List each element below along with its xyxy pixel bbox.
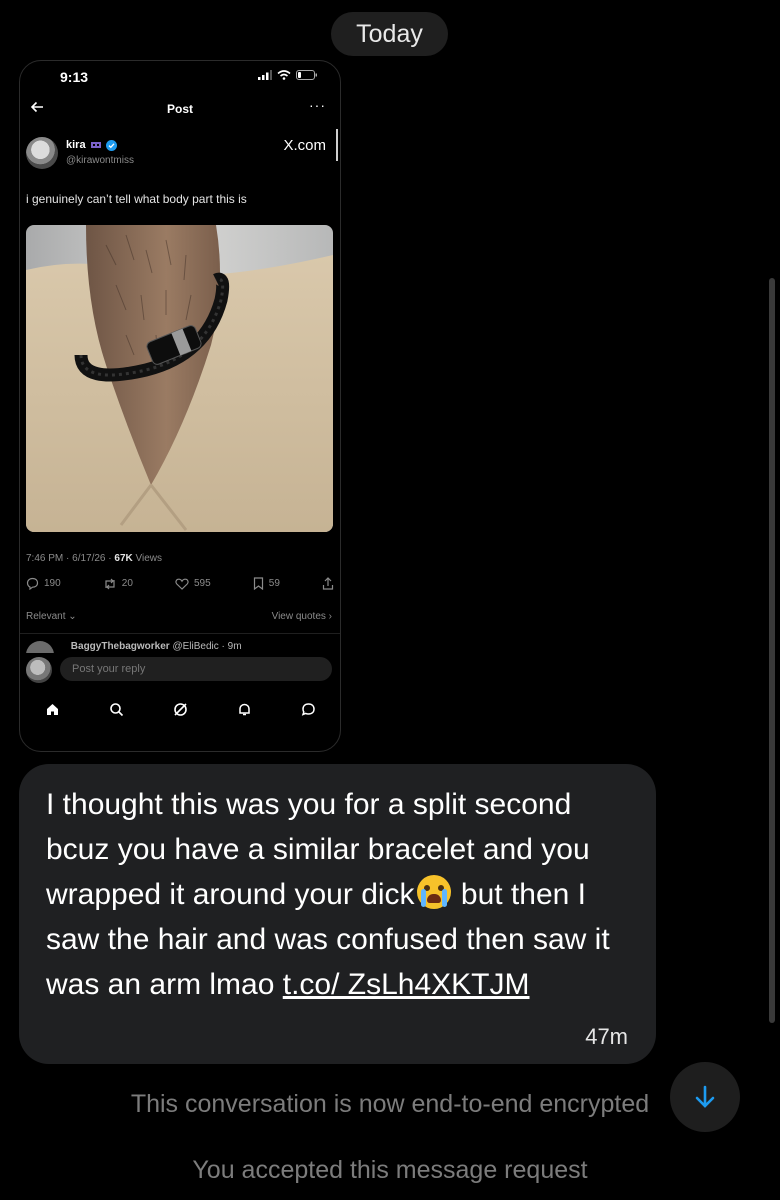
message-text: I thought this was you for a split secon… [46, 782, 636, 1007]
scroll-to-bottom-button[interactable] [670, 1062, 740, 1132]
reply-input[interactable]: Post your reply [60, 657, 332, 681]
message-link[interactable]: t.co/ ZsLh4XKTJM [283, 968, 530, 1001]
author-avatar[interactable] [26, 137, 58, 169]
search-icon[interactable] [109, 702, 124, 717]
post-meta: 7:46 PM · 6/17/26 · 67K Views [26, 553, 162, 564]
post-views-label: Views [135, 553, 163, 564]
author-name-row[interactable]: kira [66, 139, 117, 151]
bookmark-icon [253, 577, 263, 590]
repost-icon [105, 578, 115, 589]
view-quotes-link[interactable]: View quotes › [272, 611, 332, 622]
notifications-icon[interactable] [237, 702, 252, 717]
battery-icon [296, 70, 317, 80]
loudly-crying-face-icon [416, 875, 451, 909]
share-icon [322, 577, 334, 590]
author-name: kira [66, 139, 86, 151]
like-action[interactable]: 595 [175, 577, 211, 590]
chevron-right-icon: › [328, 611, 332, 622]
reply-action[interactable]: 190 [26, 577, 61, 590]
share-action[interactable] [322, 577, 334, 590]
divider [20, 633, 340, 634]
post-text: i genuinely can’t tell what body part th… [26, 192, 247, 206]
system-icons [258, 70, 318, 80]
reply-composer: Post your reply [26, 657, 334, 683]
status-bar: 9:13 [20, 61, 340, 91]
post-actions: 190 20 595 59 [26, 577, 334, 590]
post-timestamp: 7:46 PM · 6/17/26 · [26, 553, 112, 564]
reply-preview-name: BaggyThebagworker [70, 641, 170, 652]
scroll-indicator [336, 129, 338, 161]
post-views-count: 67K [114, 553, 133, 564]
signal-icon [258, 70, 272, 80]
repost-count: 20 [121, 578, 133, 589]
heart-icon [175, 578, 189, 590]
shared-screenshot-image[interactable]: 9:13 Post ··· kira @kirawontmiss X.com i… [19, 60, 341, 752]
like-count: 595 [194, 578, 211, 589]
emoji-alien-icon [90, 142, 101, 148]
reply-preview-handle: @EliBedic · 9m [172, 641, 242, 652]
arrow-down-icon [695, 1085, 715, 1108]
bottom-tab-bar [20, 697, 340, 721]
post-photo[interactable] [26, 225, 333, 532]
bookmark-action[interactable]: 59 [253, 577, 280, 590]
more-options-icon[interactable]: ··· [309, 97, 326, 113]
chevron-down-icon: ⌄ [68, 611, 77, 622]
view-quotes-label: View quotes [271, 611, 326, 622]
status-time: 9:13 [60, 69, 89, 85]
wifi-icon [277, 70, 291, 80]
post-nav: Post ··· [20, 95, 340, 123]
verified-badge-icon [105, 139, 117, 151]
author-handle: @kirawontmiss [66, 155, 134, 166]
grok-icon[interactable] [173, 702, 188, 717]
date-separator: Today [331, 12, 448, 56]
reply-preview-avatar [26, 641, 54, 653]
post-nav-title: Post [166, 102, 193, 116]
message-bubble[interactable]: I thought this was you for a split secon… [19, 764, 656, 1064]
sort-replies[interactable]: Relevant ⌄ [26, 611, 77, 622]
bookmark-count: 59 [268, 578, 280, 589]
scrollbar[interactable] [769, 278, 775, 1023]
message-time: 47m [585, 1024, 628, 1049]
repost-action[interactable]: 20 [103, 577, 133, 590]
source-label: X.com [283, 137, 326, 154]
composer-avatar [26, 657, 52, 683]
reply-count: 190 [44, 578, 61, 589]
reply-preview: BaggyThebagworker @EliBedic · 9m [26, 641, 336, 653]
home-icon[interactable] [45, 702, 60, 717]
messages-icon[interactable] [301, 702, 316, 717]
encryption-notice: This conversation is now end-to-end encr… [130, 1090, 650, 1118]
reply-icon [26, 577, 39, 590]
sort-label: Relevant [26, 611, 66, 622]
date-separator-label: Today [356, 19, 423, 48]
request-accepted-notice: You accepted this message request [192, 1156, 588, 1184]
